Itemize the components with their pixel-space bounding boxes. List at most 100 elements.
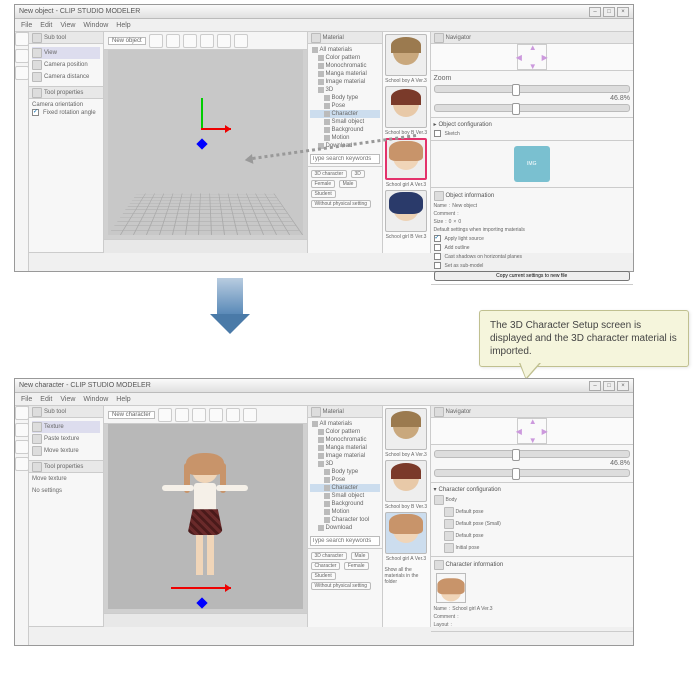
- menu-view[interactable]: View: [60, 22, 75, 29]
- tree-chartool[interactable]: Character tool: [332, 517, 370, 523]
- close-button[interactable]: ×: [617, 381, 629, 391]
- close-button[interactable]: ×: [617, 7, 629, 17]
- viewport-3d[interactable]: New object: [104, 32, 308, 253]
- body-item[interactable]: Default pose: [456, 533, 484, 539]
- body-item[interactable]: Default pose: [456, 509, 484, 515]
- tag[interactable]: Student: [311, 572, 336, 580]
- tree-pose[interactable]: Pose: [332, 103, 346, 109]
- vp-btn-icon[interactable]: [183, 34, 197, 48]
- vp-btn-icon[interactable]: [192, 408, 206, 422]
- subtool-cam-pos[interactable]: Camera position: [32, 59, 100, 71]
- tree-manga[interactable]: Manga material: [326, 445, 367, 451]
- tag[interactable]: Without physical setting: [311, 200, 372, 208]
- character-model[interactable]: [187, 457, 223, 575]
- angle-slider[interactable]: [434, 104, 631, 112]
- menu-window[interactable]: Window: [83, 22, 108, 29]
- angle-slider[interactable]: [434, 469, 631, 477]
- tree-bg[interactable]: Background: [332, 501, 364, 507]
- tree-mono[interactable]: Monochromatic: [326, 63, 367, 69]
- chk-apply-light[interactable]: [434, 235, 441, 242]
- menu-view[interactable]: View: [60, 396, 75, 403]
- thumb-girl-a[interactable]: [385, 138, 427, 180]
- chk-sketch[interactable]: [434, 130, 441, 137]
- vp-btn-icon[interactable]: [166, 34, 180, 48]
- subtool-view[interactable]: View: [32, 47, 100, 59]
- vp-btn-icon[interactable]: [243, 408, 257, 422]
- thumb-boy-a[interactable]: [385, 408, 427, 450]
- zoom-slider[interactable]: [434, 85, 631, 93]
- vp-btn-icon[interactable]: [209, 408, 223, 422]
- vp-btn-icon[interactable]: [234, 34, 248, 48]
- tree-color[interactable]: Color pattern: [326, 55, 361, 61]
- material-tree[interactable]: All materials Color pattern Monochromati…: [308, 418, 382, 534]
- tree-character[interactable]: Character: [332, 111, 358, 117]
- tag[interactable]: Character: [311, 562, 341, 570]
- thumb-girl-b[interactable]: [385, 190, 427, 232]
- tree-body[interactable]: Body type: [332, 95, 359, 101]
- tree-motion[interactable]: Motion: [332, 135, 350, 141]
- thumb-boy-b[interactable]: [385, 86, 427, 128]
- tag[interactable]: Male: [351, 552, 370, 560]
- tag[interactable]: Male: [339, 180, 358, 188]
- tool-zoom-icon[interactable]: [15, 423, 29, 437]
- viewport-3d[interactable]: New character: [104, 406, 308, 627]
- tree-image[interactable]: Image material: [326, 453, 366, 459]
- tree-mono[interactable]: Monochromatic: [326, 437, 367, 443]
- subtool-move-tex[interactable]: Move texture: [32, 445, 100, 457]
- zoom-slider[interactable]: [434, 450, 631, 458]
- menu-file[interactable]: File: [21, 22, 32, 29]
- min-button[interactable]: –: [589, 7, 601, 17]
- vp-btn-icon[interactable]: [217, 34, 231, 48]
- tree-character[interactable]: Character: [332, 485, 358, 491]
- navigator-pad[interactable]: ▲▼◀▶: [431, 44, 634, 71]
- min-button[interactable]: –: [589, 381, 601, 391]
- copy-settings-button[interactable]: Copy current settings to new file: [434, 271, 631, 281]
- tree-small[interactable]: Small object: [332, 119, 365, 125]
- vp-btn-icon[interactable]: [175, 408, 189, 422]
- thumb-boy-b[interactable]: [385, 460, 427, 502]
- body-item[interactable]: Initial pose: [456, 545, 480, 551]
- menu-edit[interactable]: Edit: [40, 22, 52, 29]
- vp-btn-icon[interactable]: [200, 34, 214, 48]
- tree-body[interactable]: Body type: [332, 469, 359, 475]
- tool-move-icon[interactable]: [15, 32, 29, 46]
- tag[interactable]: 3D character: [311, 552, 348, 560]
- tag[interactable]: Student: [311, 190, 336, 198]
- vp-btn-icon[interactable]: [226, 408, 240, 422]
- menu-window[interactable]: Window: [83, 396, 108, 403]
- tool-rotate-icon[interactable]: [15, 66, 29, 80]
- viewport-tab[interactable]: New character: [108, 411, 155, 419]
- thumb-boy-a[interactable]: [385, 34, 427, 76]
- tree-small[interactable]: Small object: [332, 493, 365, 499]
- tree-3d[interactable]: 3D: [326, 461, 334, 467]
- chk-cast[interactable]: [434, 253, 441, 260]
- menu-file[interactable]: File: [21, 396, 32, 403]
- tag[interactable]: Female: [344, 562, 369, 570]
- material-tree[interactable]: All materials Color pattern Monochromati…: [308, 44, 382, 152]
- subtool-paste[interactable]: Paste texture: [32, 433, 100, 445]
- show-all-label[interactable]: Show all the materials in the folder: [385, 564, 428, 588]
- tree-all[interactable]: All materials: [320, 421, 353, 427]
- tree-motion[interactable]: Motion: [332, 509, 350, 515]
- subtool-texture[interactable]: Texture: [32, 421, 100, 433]
- thumb-girl-a[interactable]: [385, 512, 427, 554]
- tool-zoom-icon[interactable]: [15, 49, 29, 63]
- vp-btn-icon[interactable]: [158, 408, 172, 422]
- tool-bone-icon[interactable]: [15, 457, 29, 471]
- tool-move-icon[interactable]: [15, 406, 29, 420]
- search-input[interactable]: [310, 536, 380, 546]
- tree-manga[interactable]: Manga material: [326, 71, 367, 77]
- tool-rotate-icon[interactable]: [15, 440, 29, 454]
- menu-help[interactable]: Help: [116, 22, 130, 29]
- max-button[interactable]: □: [603, 7, 615, 17]
- menu-edit[interactable]: Edit: [40, 396, 52, 403]
- menu-help[interactable]: Help: [116, 396, 130, 403]
- tag[interactable]: Female: [311, 180, 336, 188]
- subtool-cam-dist[interactable]: Camera distance: [32, 71, 100, 83]
- tree-download[interactable]: Download: [326, 525, 353, 531]
- search-input[interactable]: [310, 154, 380, 164]
- body-item[interactable]: Default pose (Small): [456, 521, 501, 527]
- navigator-pad[interactable]: ▲▼◀▶: [431, 418, 634, 445]
- tree-all[interactable]: All materials: [320, 47, 353, 53]
- max-button[interactable]: □: [603, 381, 615, 391]
